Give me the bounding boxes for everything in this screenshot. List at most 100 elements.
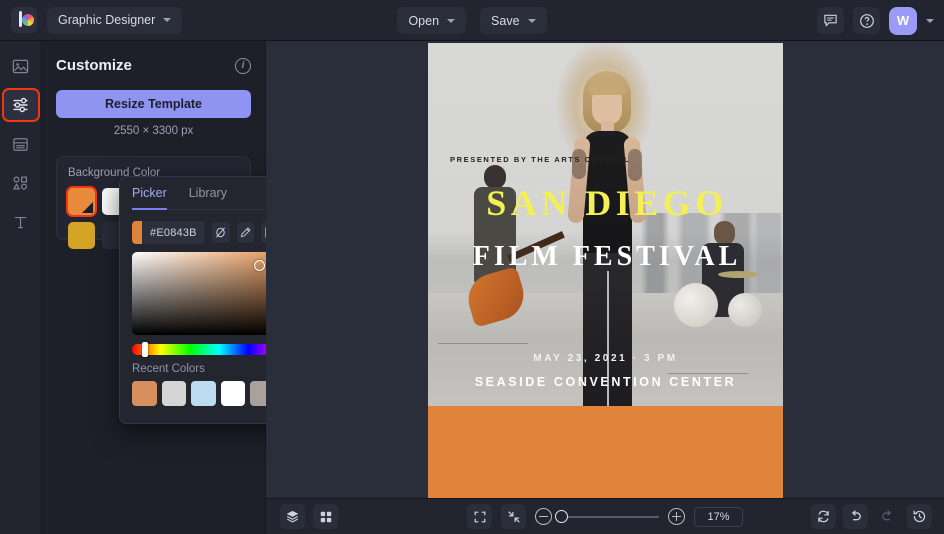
layout-icon <box>13 137 28 151</box>
tattoo <box>628 149 642 181</box>
eyedropper-button[interactable] <box>236 222 255 243</box>
drum <box>674 283 718 327</box>
history-icon <box>913 510 926 523</box>
hex-input[interactable]: #E0843B <box>132 221 205 244</box>
poster-date[interactable]: MAY 23, 2021 · 3 PM <box>428 353 783 364</box>
tab-library[interactable]: Library <box>189 177 227 210</box>
background-swatch[interactable] <box>68 222 95 249</box>
recent-color-swatch[interactable] <box>132 381 157 406</box>
reset-button[interactable] <box>811 504 836 529</box>
recent-color-swatch[interactable] <box>191 381 216 406</box>
app-window: Graphic Designer Open Save W Customize i… <box>0 0 944 534</box>
redo-button[interactable] <box>875 504 900 529</box>
zoom-in-button[interactable] <box>668 508 686 525</box>
zoom-out-button[interactable] <box>535 508 553 525</box>
page-title: Customize <box>56 57 132 74</box>
sidebar-item-layout[interactable] <box>4 129 38 159</box>
tab-picker[interactable]: Picker <box>132 177 167 210</box>
drum <box>728 293 762 327</box>
sidebar-item-customize[interactable] <box>3 90 38 120</box>
current-color-swatch <box>132 221 143 244</box>
collapse-view-button[interactable] <box>501 504 527 529</box>
no-color-icon <box>216 227 226 238</box>
chat-button[interactable] <box>817 7 844 34</box>
poster-footer-text[interactable]: PRESENTED BY THE ARTS COUNCIL <box>450 155 630 164</box>
shapes-icon <box>12 176 28 190</box>
background-swatch-selected[interactable] <box>68 188 95 215</box>
zoom-in-icon-vertical <box>676 512 678 521</box>
tattoo <box>572 149 586 179</box>
save-button[interactable]: Save <box>480 7 547 34</box>
app-logo[interactable] <box>11 7 37 33</box>
sliders-icon <box>13 97 27 113</box>
account-chevron-down-icon[interactable] <box>926 18 934 23</box>
sidebar-item-image[interactable] <box>4 51 38 81</box>
ground-crack <box>668 373 748 374</box>
help-button[interactable] <box>853 7 880 34</box>
guitar-body <box>462 266 530 328</box>
document-title-label: Graphic Designer <box>58 13 156 27</box>
panel-header: Customize i <box>56 57 251 74</box>
zoom-out-icon <box>539 515 549 517</box>
eyedropper-icon <box>240 227 251 238</box>
chat-icon <box>824 14 837 27</box>
chevron-down-icon <box>527 18 536 23</box>
resize-template-label: Resize Template <box>104 97 203 111</box>
info-icon[interactable]: i <box>235 57 251 74</box>
recent-color-swatch[interactable] <box>161 381 186 406</box>
poster-title-line-1[interactable]: SAN DIEGO <box>428 185 783 221</box>
hex-value: #E0843B <box>150 226 197 239</box>
save-button-label: Save <box>491 13 520 28</box>
open-button[interactable]: Open <box>397 7 467 34</box>
top-bar: Graphic Designer Open Save W <box>0 0 944 41</box>
layers-icon <box>286 510 299 523</box>
design-canvas[interactable]: SAN DIEGO FILM FESTIVAL MAY 23, 2021 · 3… <box>428 43 783 499</box>
sidebar-item-shapes[interactable] <box>4 168 38 198</box>
undo-button[interactable] <box>843 504 868 529</box>
fit-screen-icon <box>474 511 486 522</box>
tab-library-label: Library <box>188 186 227 200</box>
document-title-dropdown[interactable]: Graphic Designer <box>47 6 183 34</box>
layers-button[interactable] <box>280 504 305 529</box>
poster-footer-band[interactable] <box>428 406 783 499</box>
zoom-level-display[interactable]: 17% <box>694 506 743 527</box>
zoom-slider[interactable] <box>555 509 660 523</box>
canvas-workspace[interactable]: SAN DIEGO FILM FESTIVAL MAY 23, 2021 · 3… <box>266 41 944 499</box>
history-controls <box>811 504 932 529</box>
chevron-down-icon <box>163 18 172 22</box>
collapse-icon <box>508 510 520 523</box>
open-button-label: Open <box>408 13 440 28</box>
history-button[interactable] <box>907 504 932 529</box>
template-dimensions: 2550 × 3300 px <box>113 125 194 137</box>
left-tool-rail <box>0 41 42 534</box>
fit-screen-button[interactable] <box>467 504 493 529</box>
avatar-initial: W <box>896 13 910 28</box>
chevron-down-icon <box>447 18 456 23</box>
singer-fringe <box>589 79 625 95</box>
reset-icon <box>818 510 829 523</box>
zoom-slider-handle[interactable] <box>555 509 569 523</box>
no-color-button[interactable] <box>211 222 230 243</box>
tab-picker-label: Picker <box>132 186 167 200</box>
bottom-bar: 17% <box>266 498 944 534</box>
redo-icon <box>882 510 891 521</box>
color-wheel-logo-icon <box>22 14 34 26</box>
bottom-left-group <box>280 504 338 529</box>
sidebar-item-text[interactable] <box>4 207 38 237</box>
poster-venue[interactable]: SEASIDE CONVENTION CENTER <box>428 375 783 389</box>
poster-photo <box>428 43 783 434</box>
top-bar-right-group: W <box>817 0 934 41</box>
cymbal <box>718 271 758 278</box>
help-circle-icon <box>859 13 874 28</box>
image-icon <box>12 59 29 73</box>
grid-icon <box>320 511 331 522</box>
text-icon <box>14 216 27 228</box>
user-avatar[interactable]: W <box>889 6 917 35</box>
grid-view-button[interactable] <box>313 504 338 529</box>
undo-icon <box>852 510 861 521</box>
hue-slider-handle[interactable] <box>142 342 148 357</box>
poster-title-line-2[interactable]: FILM FESTIVAL <box>428 243 783 271</box>
recent-color-swatch[interactable] <box>220 381 245 406</box>
sv-selector-handle[interactable] <box>254 260 265 271</box>
resize-template-button[interactable]: Resize Template <box>56 90 251 118</box>
